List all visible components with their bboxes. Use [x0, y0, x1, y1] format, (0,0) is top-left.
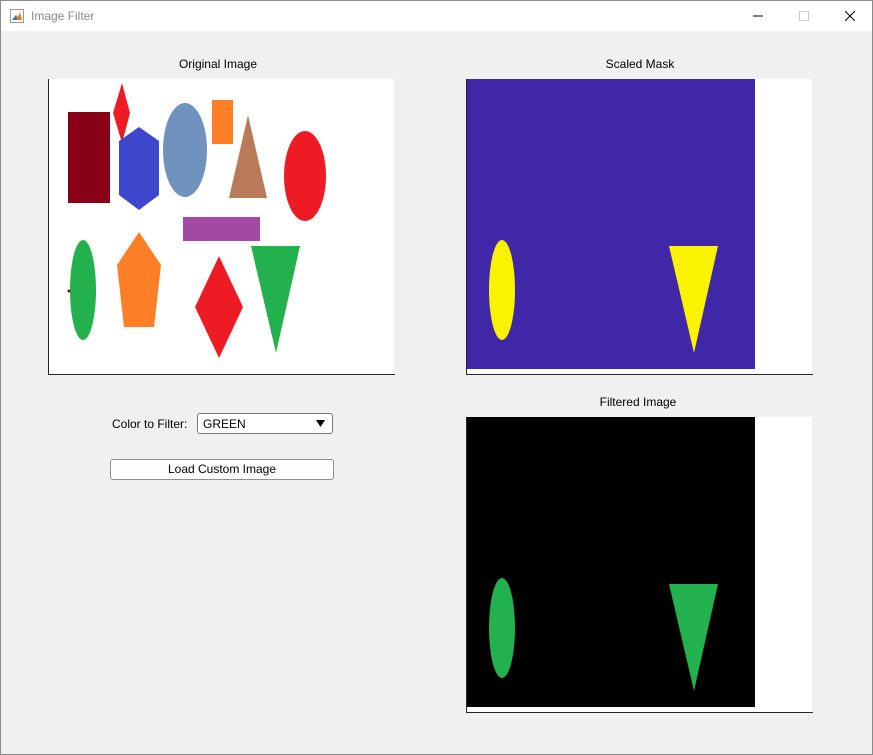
original-image-title: Original Image [178, 57, 258, 71]
orange-pentagon-shape [117, 232, 161, 327]
app-window: Image Filter Original Image Scaled Mask … [0, 0, 873, 755]
color-filter-label: Color to Filter: [112, 417, 188, 431]
filtered-image [466, 417, 755, 707]
close-icon [845, 11, 855, 21]
scaled-mask-image [466, 79, 755, 369]
title-bar[interactable]: Image Filter [1, 1, 872, 31]
original-image-axes [48, 79, 394, 374]
filtered-ellipse-shape [489, 578, 515, 678]
red-ellipse-shape [284, 131, 326, 221]
filtered-image-x-axis [466, 712, 813, 713]
scaled-mask-x-axis [466, 374, 813, 375]
mask-ellipse-shape [489, 240, 515, 340]
triangle-down-icon [316, 420, 325, 427]
brown-triangle-shape [229, 115, 267, 198]
red-small-diamond-shape [113, 83, 130, 143]
orange-small-rectangle-shape [212, 100, 233, 144]
original-image-y-axis [48, 79, 49, 375]
filtered-image-title: Filtered Image [599, 395, 677, 409]
minimize-icon [753, 15, 763, 17]
original-image [67, 83, 326, 358]
red-diamond-shape [195, 256, 243, 358]
color-filter-value: GREEN [203, 417, 246, 431]
steel-blue-ellipse-shape [163, 103, 207, 197]
dark-red-rectangle-shape [68, 112, 110, 203]
close-button[interactable] [827, 1, 873, 31]
load-custom-image-button[interactable]: Load Custom Image [110, 459, 334, 480]
scaled-mask-y-axis [466, 79, 467, 375]
green-ellipse-shape [70, 240, 96, 340]
filtered-image-axes [466, 417, 812, 712]
color-filter-dropdown[interactable]: GREEN [197, 413, 333, 434]
green-triangle-shape [251, 246, 300, 353]
scaled-mask-axes [466, 79, 812, 374]
window-title: Image Filter [31, 9, 95, 23]
filtered-image-y-axis [466, 417, 467, 713]
minimize-button[interactable] [735, 1, 781, 31]
original-image-x-axis [48, 374, 395, 375]
maximize-icon [799, 11, 809, 21]
matlab-icon [10, 9, 24, 23]
blue-hexagon-shape [119, 127, 159, 210]
purple-bar-shape [183, 217, 260, 241]
red-dot-shape [67, 289, 71, 293]
maximize-button[interactable] [781, 1, 827, 31]
scaled-mask-title: Scaled Mask [605, 57, 675, 71]
